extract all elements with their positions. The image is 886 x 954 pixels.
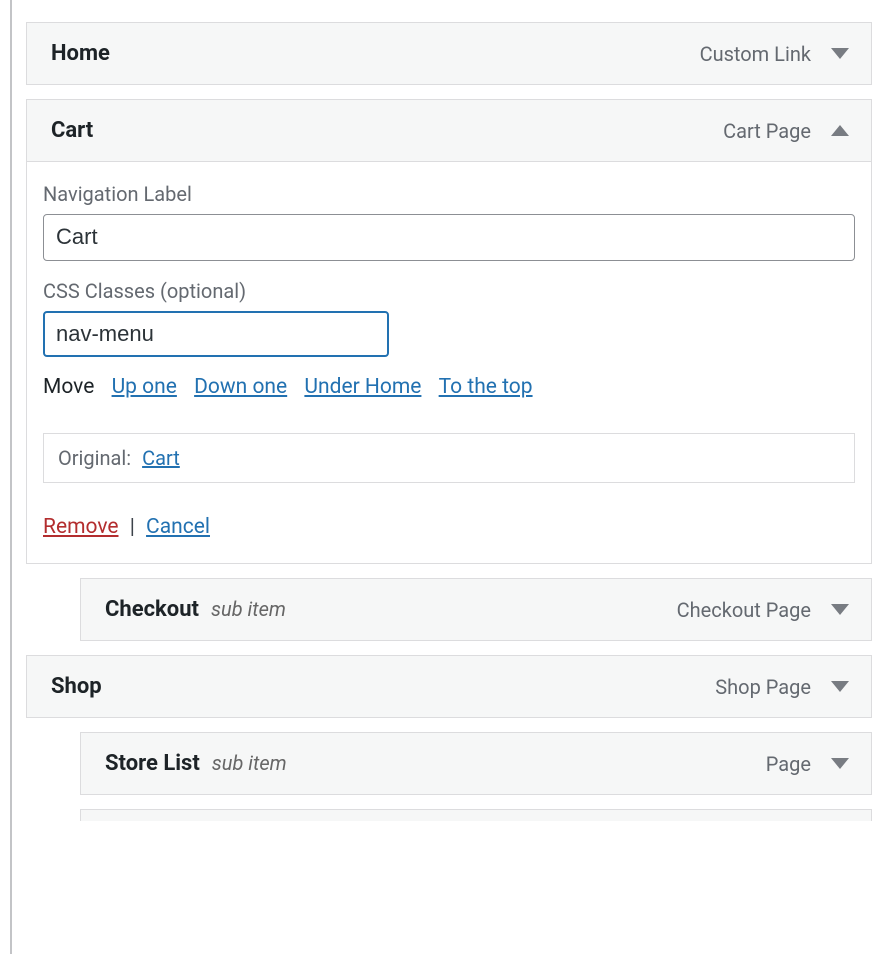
menu-item-bar[interactable]: Checkout sub item Checkout Page <box>80 578 872 641</box>
move-up-one-link[interactable]: Up one <box>112 375 177 399</box>
menu-item-bar[interactable]: Home Custom Link <box>26 22 872 85</box>
move-to-top-link[interactable]: To the top <box>439 375 533 399</box>
menu-item-type: Cart Page <box>723 119 811 143</box>
chevron-down-icon <box>831 758 849 769</box>
item-actions: Remove | Cancel <box>43 515 855 539</box>
chevron-down-icon <box>831 604 849 615</box>
collapse-toggle[interactable] <box>829 120 851 142</box>
menu-item-checkout[interactable]: Checkout sub item Checkout Page <box>80 578 872 641</box>
menu-item-title: Cart <box>51 118 93 143</box>
original-box: Original: Cart <box>43 433 855 483</box>
expand-toggle[interactable] <box>829 599 851 621</box>
navigation-label-input[interactable] <box>43 214 855 261</box>
navigation-label-field-label: Navigation Label <box>43 182 855 206</box>
menu-item-title: Shop <box>51 674 102 699</box>
chevron-up-icon <box>831 125 849 136</box>
menu-item-type: Checkout Page <box>677 598 811 622</box>
move-label: Move <box>43 375 94 399</box>
original-page-link[interactable]: Cart <box>142 446 180 470</box>
menu-item-title: Store List <box>105 751 200 776</box>
subitem-label: sub item <box>212 751 287 775</box>
menu-item-bar[interactable] <box>80 809 872 821</box>
move-down-one-link[interactable]: Down one <box>194 375 287 399</box>
menu-item-shop[interactable]: Shop Shop Page <box>26 655 872 718</box>
chevron-down-icon <box>831 48 849 59</box>
expand-toggle[interactable] <box>829 676 851 698</box>
menu-item-title: Home <box>51 41 110 66</box>
menu-item-settings-panel: Navigation Label CSS Classes (optional) … <box>26 162 872 564</box>
separator: | <box>125 515 141 539</box>
menu-item-store-list[interactable]: Store List sub item Page <box>80 732 872 795</box>
menu-item-type: Page <box>766 752 811 776</box>
menu-item-title: Checkout <box>105 597 199 622</box>
menu-item-type: Custom Link <box>700 42 811 66</box>
cancel-link[interactable]: Cancel <box>146 515 210 539</box>
subitem-label: sub item <box>211 597 286 621</box>
chevron-down-icon <box>831 681 849 692</box>
menu-item-bar[interactable]: Shop Shop Page <box>26 655 872 718</box>
menu-item-partial[interactable] <box>80 809 872 821</box>
remove-link[interactable]: Remove <box>43 515 119 539</box>
menu-item-home[interactable]: Home Custom Link <box>26 22 872 85</box>
move-under-home-link[interactable]: Under Home <box>304 375 421 399</box>
menu-item-type: Shop Page <box>715 675 811 699</box>
menu-item-cart[interactable]: Cart Cart Page Navigation Label CSS Clas… <box>26 99 872 564</box>
menu-item-bar[interactable]: Cart Cart Page <box>26 99 872 162</box>
css-classes-input[interactable] <box>43 311 389 358</box>
css-classes-field-label: CSS Classes (optional) <box>43 279 855 303</box>
menu-item-bar[interactable]: Store List sub item Page <box>80 732 872 795</box>
expand-toggle[interactable] <box>829 43 851 65</box>
original-label: Original: <box>58 446 131 470</box>
expand-toggle[interactable] <box>829 753 851 775</box>
move-controls: Move Up one Down one Under Home To the t… <box>43 375 855 399</box>
